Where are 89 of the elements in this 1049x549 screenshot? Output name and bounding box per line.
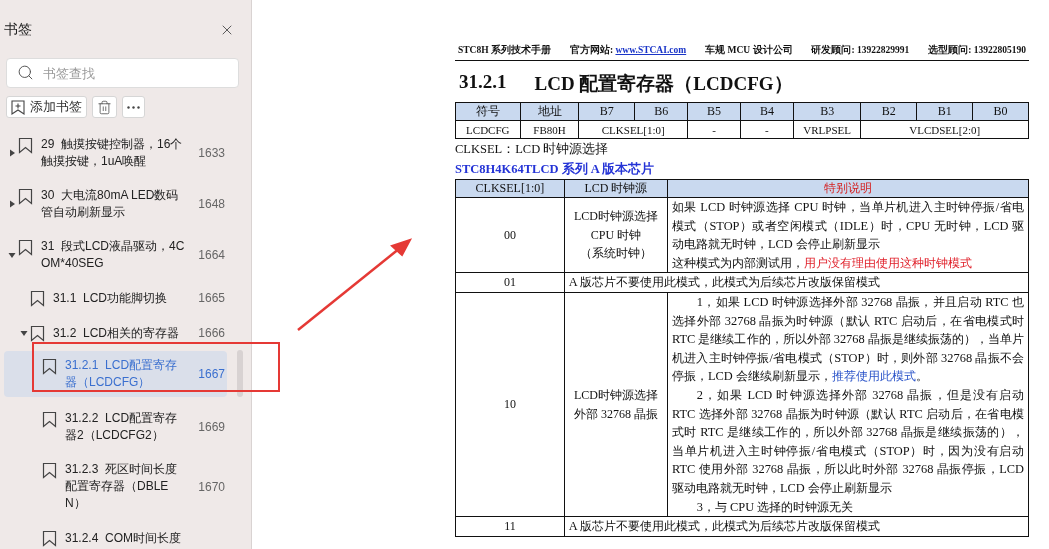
table-cell: -	[687, 120, 741, 139]
column-header: B6	[634, 102, 688, 121]
bookmark-title: 31.1 LCD功能脚切换	[53, 289, 169, 307]
collapsed-triangle-icon[interactable]	[8, 149, 16, 157]
column-header: B4	[740, 102, 794, 121]
table-cell: 11	[455, 516, 565, 537]
collapsed-triangle-icon[interactable]	[8, 200, 16, 208]
column-header: CLKSEL[1:0]	[455, 179, 565, 198]
more-icon	[127, 105, 140, 109]
more-button[interactable]	[122, 96, 145, 118]
table-cell: CLKSEL[1:0]	[578, 120, 688, 139]
table-cell: A 版芯片不要使用此模式，此模式为后续芯片改版保留模式	[564, 272, 1029, 293]
column-header: B7	[578, 102, 635, 121]
trash-icon	[97, 99, 112, 115]
bookmark-plus-icon	[11, 99, 25, 115]
bookmark-title: 31.2 LCD相关的寄存器	[53, 324, 181, 342]
bookmark-icon	[18, 188, 33, 205]
bookmark-item[interactable]: 31 段式LCD液晶驱动，4COM*40SEG 1664	[4, 230, 227, 280]
table-cell: -	[740, 120, 794, 139]
table-cell: 00	[455, 197, 565, 273]
bookmark-title: 31.2.4 COM时间长度	[65, 529, 183, 547]
header-text: STC8H 系列技术手册	[458, 44, 551, 57]
table-cell: LCD时钟源选择 CPU 时钟 （系统时钟）	[564, 197, 668, 273]
table-cell: VLCDSEL[2:0]	[860, 120, 1029, 139]
column-header: B3	[793, 102, 861, 121]
scrollbar-thumb[interactable]	[237, 350, 243, 397]
bookmark-icon	[18, 137, 33, 154]
bookmark-title: 30 大电流80mA LED数码管自动刷新显示	[41, 187, 180, 221]
page-number: 1666	[197, 326, 226, 340]
column-header: B2	[860, 102, 917, 121]
table-cell: FB80H	[520, 120, 579, 139]
website-link[interactable]: www.STCAI.com	[615, 45, 687, 55]
column-header: B1	[916, 102, 973, 121]
bookmark-title: 31.2.1 LCD配置寄存器（LCDCFG）	[65, 357, 179, 391]
section-number: 31.2.1	[459, 71, 507, 94]
column-header: B0	[972, 102, 1029, 121]
search-icon	[17, 64, 34, 81]
page-number: 1670	[197, 479, 226, 494]
bookmark-item[interactable]: 31.1 LCD功能脚切换 1665	[4, 281, 227, 315]
bookmark-title: 29 触摸按键控制器，16个触摸按键，1uA唤醒	[41, 136, 184, 170]
bookmark-title: 31 段式LCD液晶驱动，4COM*40SEG	[41, 238, 185, 272]
field-description: CLKSEL：LCD 时钟源选择	[455, 141, 610, 158]
bookmark-title: 31.2.3 死区时间长度配置寄存器（DBLEN）	[65, 461, 179, 512]
bookmark-item[interactable]: 31.2.4 COM时间长度	[4, 521, 227, 549]
bookmark-item[interactable]: 31.2.3 死区时间长度配置寄存器（DBLEN） 1670	[4, 453, 227, 520]
bookmark-item[interactable]: 31.2.2 LCD配置寄存器2（LCDCFG2） 1669	[4, 402, 227, 452]
description-cell: 如果 LCD 时钟源选择 CPU 时钟，当单片机进入主时钟停振/省电模式（STOP）或者空闲模式（IDLE）时，CPU 无时钟，LCD 驱动电路就无时钟，LCD 会停止刷新显示 这种模式为内部测试用，用户没有理由使用这种时钟模式	[667, 197, 1029, 273]
column-header: LCD 时钟源	[564, 179, 668, 198]
page-number: 1665	[197, 291, 226, 305]
header-text: 车规 MCU 设计公司	[705, 44, 793, 57]
search-field[interactable]: 书签查找	[6, 58, 239, 88]
header-text: 研发顾问: 13922829991	[811, 44, 910, 57]
page-number: 1664	[197, 248, 226, 262]
bookmark-icon	[30, 325, 45, 342]
column-header: 特别说明	[667, 179, 1029, 198]
table-cell: A 版芯片不要使用此模式，此模式为后续芯片改版保留模式	[564, 516, 1029, 537]
bookmark-icon	[42, 358, 57, 375]
bookmark-icon	[18, 239, 33, 256]
bookmark-item[interactable]: 29 触摸按键控制器，16个触摸按键，1uA唤醒 1633	[4, 128, 227, 178]
bookmark-item[interactable]: 31.2 LCD相关的寄存器 1666	[4, 316, 227, 350]
column-header: 符号	[455, 102, 521, 121]
panel-title: 书签	[4, 21, 32, 39]
header-text: 选型顾问: 13922805190	[928, 44, 1026, 57]
column-header: B5	[687, 102, 741, 121]
header-text: 官方网站: www.STCAI.com	[569, 44, 687, 57]
page-number: 1648	[197, 197, 226, 211]
add-bookmark-button[interactable]: 添加书签	[6, 96, 87, 118]
expanded-triangle-icon[interactable]	[8, 251, 16, 259]
table-cell: 01	[455, 272, 565, 293]
column-header: 地址	[520, 102, 579, 121]
bookmark-icon	[42, 462, 57, 479]
page-number: 1667	[197, 367, 226, 381]
description-cell: 1，如果 LCD 时钟源选择外部 32768 晶振，并且启动 RTC 也选择外部 32768 晶振为时钟源（默认 RTC 启动后，在省电模式时 RTC 是继续工作的，所以外部 32768 晶振是继续振荡的），当单片机进入主时钟停振/省电模式（STOP）时，则外部 32768 晶振不会停振，LCD 会继续刷新显示，推荐使用此模式。 2，如果 LCD 时钟源选择外部 32768 晶振，但是没有启动 RTC 选择外部 32768 晶振为时钟源（默认 RTC 启动后，在省电模式时 RTC 是继续工作的，所以外部 32768 晶振是继续振荡的），当单片机进入主时钟停振/省电模式（STOP）时，因为没有启动 RTC 使用外部 32768 晶振，所以此时外部 32768 晶振停振，LCD 驱动电路就无时钟，LCD 会停止刷新显示 3，与 CPU 选择的时钟源无关	[667, 292, 1029, 517]
bookmark-title: 31.2.2 LCD配置寄存器2（LCDCFG2）	[65, 410, 179, 444]
delete-button[interactable]	[92, 96, 117, 118]
table-cell: VRLPSEL	[793, 120, 861, 139]
bookmark-icon	[30, 290, 45, 307]
page-number: 1633	[197, 146, 226, 160]
bookmark-item[interactable]: 30 大电流80mA LED数码管自动刷新显示 1648	[4, 179, 227, 229]
table-cell: 10	[455, 292, 565, 517]
expanded-triangle-icon[interactable]	[20, 329, 28, 337]
bookmark-icon	[42, 530, 57, 547]
table-cell: LCDCFG	[455, 120, 521, 139]
table-cell: LCD时钟源选择 外部 32768 晶振	[564, 292, 668, 517]
section-title: LCD 配置寄存器（LCDCFG）	[534, 72, 793, 96]
bookmark-item[interactable]: 31.2.1 LCD配置寄存器（LCDCFG） 1667	[4, 351, 227, 397]
bookmark-icon	[42, 411, 57, 428]
page-number: 1669	[197, 420, 226, 434]
chip-heading: STC8H4K64TLCD 系列 A 版本芯片	[455, 161, 656, 178]
